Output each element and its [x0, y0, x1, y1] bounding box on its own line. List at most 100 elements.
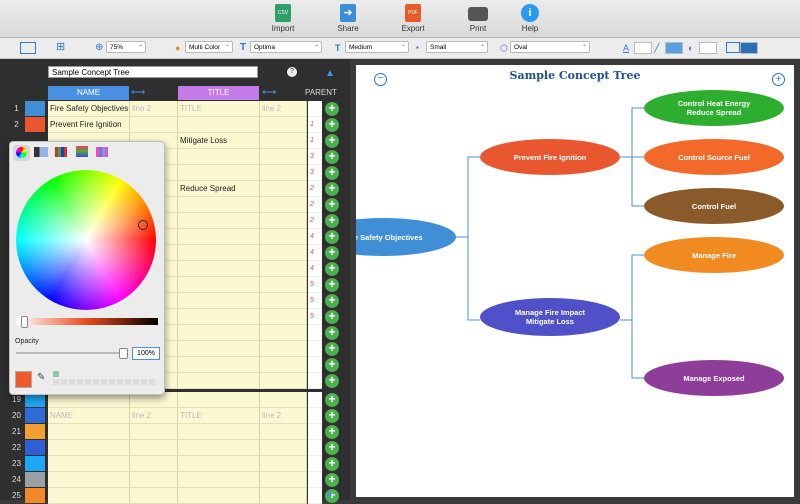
- add-row-button[interactable]: +: [325, 374, 339, 388]
- add-row-button[interactable]: +: [325, 214, 339, 228]
- row-title-cell[interactable]: TITLE: [178, 101, 260, 117]
- opacity-input[interactable]: 100%: [132, 347, 160, 360]
- add-row-button[interactable]: +: [325, 102, 339, 116]
- row-title-line2-cell[interactable]: [260, 373, 307, 389]
- row-title-line2-cell[interactable]: [260, 325, 307, 341]
- add-row-button[interactable]: +: [325, 118, 339, 132]
- row-line2-cell[interactable]: [130, 472, 178, 488]
- print-button[interactable]: Print: [448, 4, 508, 33]
- add-row-button[interactable]: +: [325, 166, 339, 180]
- row-title-cell[interactable]: [178, 488, 260, 504]
- current-color-swatch[interactable]: [15, 371, 32, 388]
- row-color-swatch[interactable]: [25, 424, 45, 439]
- row-title-line2-cell[interactable]: [260, 245, 307, 261]
- row-title-cell[interactable]: [178, 261, 260, 277]
- sliders-tab-icon[interactable]: [34, 147, 48, 157]
- eyedropper-icon[interactable]: ✎: [37, 372, 45, 383]
- scroll-down-arrow-icon[interactable]: ▼: [325, 490, 335, 501]
- panel-toggle-icon[interactable]: [20, 42, 36, 54]
- add-row-button[interactable]: +: [325, 230, 339, 244]
- row-title-cell[interactable]: TITLE: [178, 408, 260, 424]
- row-title-line2-cell[interactable]: [260, 181, 307, 197]
- row-title-line2-cell[interactable]: [260, 309, 307, 325]
- row-parent-cell[interactable]: [308, 325, 322, 341]
- row-parent-cell[interactable]: 2: [308, 181, 322, 197]
- image-palette-tab-icon[interactable]: [76, 146, 88, 157]
- shape-select[interactable]: Oval: [510, 41, 590, 54]
- row-title-line2-cell[interactable]: [260, 277, 307, 293]
- row-title-cell[interactable]: [178, 213, 260, 229]
- row-parent-cell[interactable]: 4: [308, 261, 322, 277]
- row-title-cell[interactable]: [178, 373, 260, 389]
- row-title-line2-cell[interactable]: [260, 440, 307, 456]
- row-parent-cell[interactable]: 5: [308, 293, 322, 309]
- hierarchy-icon[interactable]: ⊞: [56, 41, 65, 55]
- row-title-cell[interactable]: [178, 149, 260, 165]
- node-manage-exposed[interactable]: Manage Exposed: [644, 360, 784, 396]
- add-row-button[interactable]: +: [325, 198, 339, 212]
- fill-color-well[interactable]: [699, 42, 717, 54]
- opacity-slider-knob[interactable]: [119, 348, 128, 359]
- brightness-slider[interactable]: [16, 318, 158, 325]
- row-parent-cell[interactable]: [308, 373, 322, 389]
- color-wheel-tab[interactable]: [13, 145, 30, 161]
- export-button[interactable]: PDF Export: [383, 4, 443, 33]
- row-line2-cell[interactable]: [130, 424, 178, 440]
- zoom-select[interactable]: 75%: [106, 41, 146, 54]
- row-title-line2-cell[interactable]: [260, 197, 307, 213]
- row-title-line2-cell[interactable]: [260, 472, 307, 488]
- row-title-cell[interactable]: [178, 245, 260, 261]
- row-name-cell[interactable]: [48, 440, 130, 456]
- row-title-cell[interactable]: Reduce Spread: [178, 181, 260, 197]
- row-title-line2-cell[interactable]: [260, 165, 307, 181]
- row-color-swatch[interactable]: [25, 408, 45, 423]
- add-row-button[interactable]: +: [325, 310, 339, 324]
- row-parent-cell[interactable]: 1: [308, 117, 322, 133]
- color-mode-select[interactable]: Multi Color: [185, 41, 233, 54]
- row-name-cell[interactable]: NAME: [48, 408, 130, 424]
- row-title-line2-cell[interactable]: line 2: [260, 101, 307, 117]
- line-color-well[interactable]: [665, 42, 683, 54]
- row-title-cell[interactable]: [178, 277, 260, 293]
- row-parent-cell[interactable]: 1: [308, 133, 322, 149]
- row-parent-cell[interactable]: [308, 472, 322, 488]
- row-parent-cell[interactable]: 3: [308, 149, 322, 165]
- help-circle-button[interactable]: ?: [287, 67, 297, 77]
- column-header-title[interactable]: TITLE: [178, 86, 259, 100]
- row-title-cell[interactable]: [178, 325, 260, 341]
- row-title-cell[interactable]: [178, 392, 260, 408]
- row-parent-cell[interactable]: [308, 408, 322, 424]
- row-title-cell[interactable]: [178, 117, 260, 133]
- row-parent-cell[interactable]: [308, 357, 322, 373]
- add-row-button[interactable]: +: [325, 409, 339, 423]
- row-parent-cell[interactable]: 3: [308, 165, 322, 181]
- add-row-button[interactable]: +: [325, 134, 339, 148]
- node-mitigate[interactable]: Manage Fire Impact Mitigate Loss: [480, 298, 620, 336]
- row-title-cell[interactable]: [178, 357, 260, 373]
- row-name-cell[interactable]: Prevent Fire Ignition: [48, 117, 130, 133]
- row-parent-cell[interactable]: 2: [308, 197, 322, 213]
- add-row-button[interactable]: +: [325, 425, 339, 439]
- row-title-line2-cell[interactable]: [260, 424, 307, 440]
- row-title-line2-cell[interactable]: [260, 229, 307, 245]
- row-title-cell[interactable]: [178, 440, 260, 456]
- row-title-cell[interactable]: [178, 456, 260, 472]
- row-color-swatch[interactable]: [25, 101, 45, 116]
- row-parent-cell[interactable]: [308, 456, 322, 472]
- share-button[interactable]: ➔ Share: [318, 4, 378, 33]
- add-row-button[interactable]: +: [325, 326, 339, 340]
- brightness-slider-knob[interactable]: [21, 316, 28, 328]
- row-title-line2-cell[interactable]: [260, 149, 307, 165]
- row-title-line2-cell[interactable]: [260, 488, 307, 504]
- row-title-line2-cell[interactable]: line 2: [260, 408, 307, 424]
- row-title-line2-cell[interactable]: [260, 293, 307, 309]
- add-row-button[interactable]: +: [325, 441, 339, 455]
- row-name-cell[interactable]: [48, 488, 130, 504]
- row-line2-cell[interactable]: [130, 456, 178, 472]
- add-row-button[interactable]: +: [325, 278, 339, 292]
- pencils-tab-icon[interactable]: [96, 147, 108, 157]
- row-title-line2-cell[interactable]: [260, 133, 307, 149]
- row-name-cell[interactable]: [48, 456, 130, 472]
- add-row-button[interactable]: +: [325, 246, 339, 260]
- row-title-line2-cell[interactable]: [260, 261, 307, 277]
